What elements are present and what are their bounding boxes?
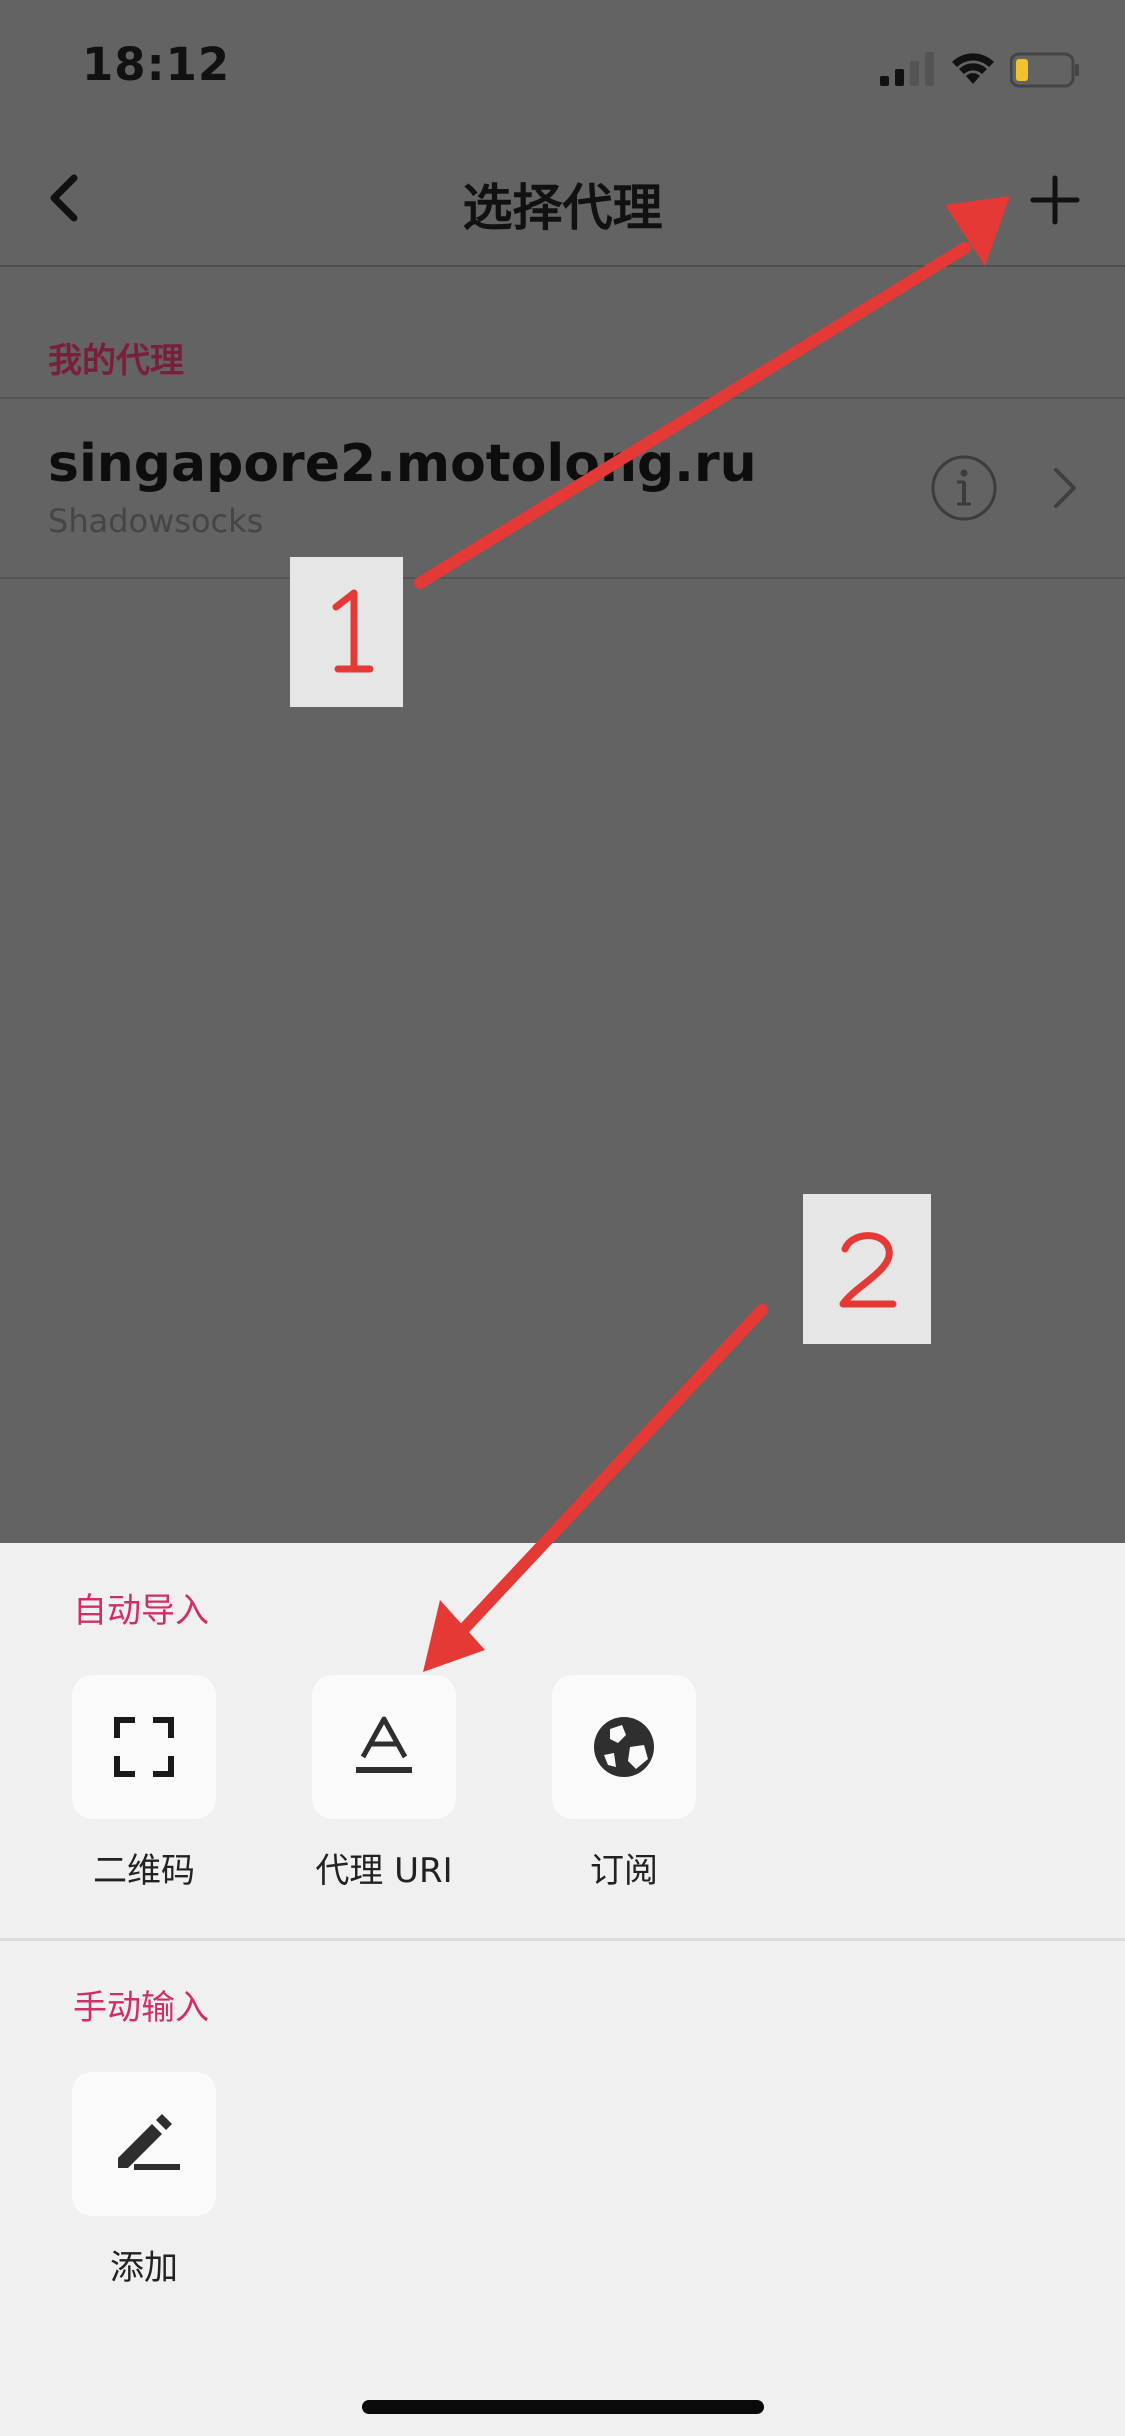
add-manually-option[interactable] (72, 2072, 216, 2216)
cellular-signal-icon (880, 52, 934, 86)
section-divider (0, 1938, 1125, 1941)
annotation-step-1 (290, 557, 403, 707)
proxy-type: Shadowsocks (48, 502, 264, 540)
dimmed-background[interactable]: 18:12 选择代理 我的代理 singapore2.motolong.ru S… (0, 0, 1125, 1543)
navigation-bar: 选择代理 (0, 130, 1125, 267)
battery-icon (1010, 52, 1079, 88)
chevron-right-icon[interactable] (1050, 464, 1080, 512)
annotation-step-2 (803, 1194, 931, 1344)
qr-code-option-label: 二维码 (93, 1851, 195, 1891)
add-manually-option-label: 添加 (110, 2248, 178, 2288)
proxy-uri-option-label: 代理 URI (315, 1851, 453, 1891)
info-icon[interactable] (930, 454, 998, 522)
pencil-icon (118, 2114, 180, 2170)
proxy-uri-option[interactable] (312, 1675, 456, 1819)
globe-icon (594, 1717, 654, 1777)
qr-scan-icon (114, 1717, 174, 1777)
handwritten-2-icon (839, 1232, 897, 1308)
qr-code-option[interactable] (72, 1675, 216, 1819)
import-bottom-sheet: 自动导入 二维码 代理 URI 订阅 手动输入 添加 (0, 1543, 1125, 2436)
subscription-option-label: 订阅 (590, 1851, 658, 1891)
manual-input-label: 手动输入 (73, 1988, 209, 2028)
proxy-host: singapore2.motolong.ru (48, 434, 757, 494)
my-proxies-section-header: 我的代理 (48, 341, 184, 381)
add-proxy-button[interactable] (1025, 170, 1085, 230)
text-format-icon (356, 1716, 412, 1773)
auto-import-label: 自动导入 (73, 1591, 209, 1631)
handwritten-1-icon (332, 589, 374, 673)
wifi-icon (952, 53, 994, 84)
proxy-list-item[interactable]: singapore2.motolong.ru Shadowsocks (0, 397, 1125, 579)
status-time: 18:12 (82, 38, 231, 91)
subscription-option[interactable] (552, 1675, 696, 1819)
screen: 18:12 选择代理 我的代理 singapore2.motolong.ru S… (0, 0, 1125, 2436)
home-indicator[interactable] (362, 2400, 764, 2414)
page-title: 选择代理 (462, 179, 663, 237)
